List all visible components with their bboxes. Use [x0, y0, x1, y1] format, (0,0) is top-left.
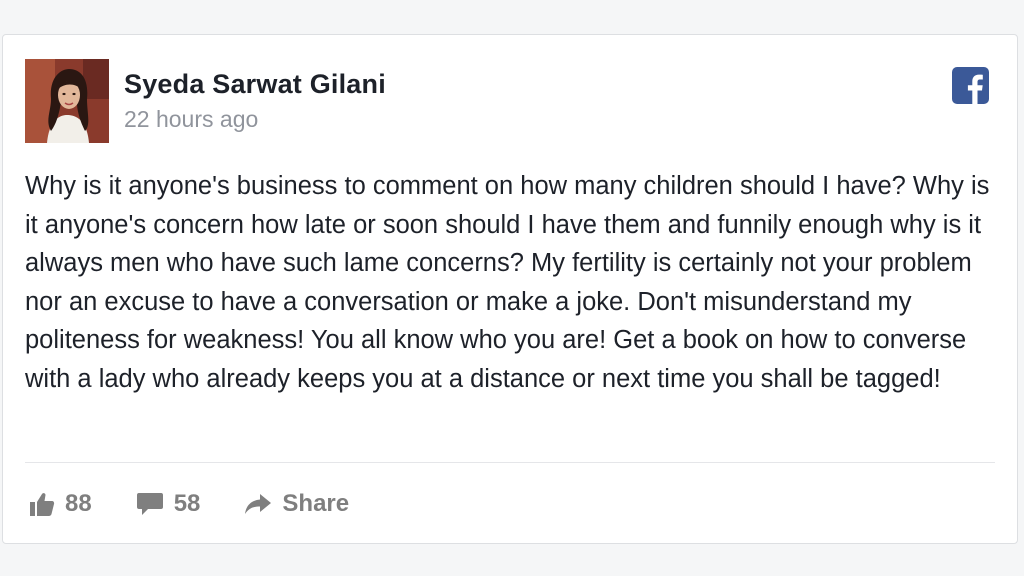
post-actions: 88 58 Share	[29, 487, 393, 521]
facebook-icon[interactable]	[952, 67, 989, 104]
comment-count: 58	[173, 490, 201, 517]
share-button[interactable]: Share	[244, 490, 349, 518]
divider	[25, 462, 995, 463]
post-timestamp[interactable]: 22 hours ago	[124, 106, 258, 133]
post-body: Why is it anyone's business to comment o…	[25, 172, 990, 393]
thumbs-up-icon	[30, 493, 55, 516]
post-card: Syeda Sarwat Gilani 22 hours ago Why is …	[2, 34, 1018, 544]
like-button[interactable]: 88	[29, 490, 92, 518]
avatar-image	[25, 59, 109, 143]
share-arrow-icon	[245, 494, 272, 514]
author-name[interactable]: Syeda Sarwat Gilani	[124, 69, 386, 100]
avatar[interactable]	[25, 59, 109, 143]
comment-button[interactable]: 58	[136, 490, 201, 518]
share-label: Share	[282, 490, 350, 517]
like-count: 88	[65, 490, 92, 517]
comment-icon	[136, 493, 163, 515]
